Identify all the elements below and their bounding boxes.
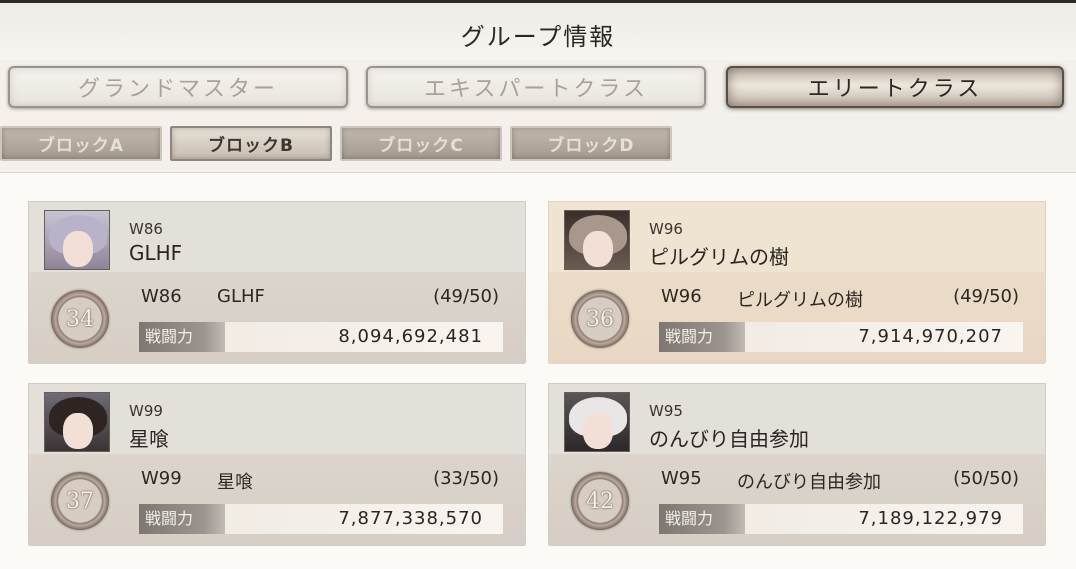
leader-avatar: [44, 392, 110, 452]
member-count: (49/50): [953, 286, 1019, 307]
combat-power-bar: 戦闘力 7,189,122,979: [659, 504, 1023, 534]
rank-badge: 36: [571, 290, 629, 348]
group-server: W95: [649, 402, 683, 420]
group-list: W86 GLHF 34 W86 GLHF (49/50) 戦闘力 8,094,6…: [0, 172, 1076, 569]
member-count: (49/50): [433, 286, 499, 307]
group-name: 星喰: [129, 427, 169, 451]
block-tabs: ブロックA ブロックB ブロックC ブロックD: [0, 126, 700, 162]
tab-block-b[interactable]: ブロックB: [170, 126, 332, 161]
group-card-body: 36 W96 ピルグリムの樹 (49/50) 戦闘力 7,914,970,207: [549, 272, 1045, 364]
member-count: (50/50): [953, 468, 1019, 489]
group-name: ピルグリムの樹: [649, 245, 789, 269]
summary-server: W86: [141, 286, 182, 307]
summary-name: ピルグリムの樹: [737, 290, 863, 311]
group-card-body: 37 W99 星喰 (33/50) 戦闘力 7,877,338,570: [29, 454, 525, 546]
leader-avatar: [564, 210, 630, 270]
page-title: グループ情報: [460, 23, 616, 51]
leader-avatar: [564, 392, 630, 452]
group-card-body: 34 W86 GLHF (49/50) 戦闘力 8,094,692,481: [29, 272, 525, 364]
group-card-w99[interactable]: W99 星喰 37 W99 星喰 (33/50) 戦闘力 7,877,338,5…: [28, 383, 526, 546]
group-card-header: W86 GLHF: [29, 202, 525, 270]
class-tabs: グランドマスター エキスパートクラス エリートクラス: [0, 66, 1076, 112]
avatar-face: [583, 231, 613, 267]
member-count: (33/50): [433, 468, 499, 489]
group-summary: W96 ピルグリムの樹 (49/50): [661, 286, 1019, 311]
combat-power-value: 7,189,122,979: [858, 508, 1003, 529]
group-card-header: W95 のんびり自由参加: [549, 384, 1045, 452]
combat-power-value: 7,914,970,207: [858, 326, 1003, 347]
combat-power-bar: 戦闘力 7,914,970,207: [659, 322, 1023, 352]
group-server: W86: [129, 220, 163, 238]
rank-badge: 42: [571, 472, 629, 530]
group-card-w95[interactable]: W95 のんびり自由参加 42 W95 のんびり自由参加 (50/50) 戦闘力…: [548, 383, 1046, 546]
group-name: GLHF: [129, 241, 183, 265]
summary-name: 星喰: [217, 472, 253, 493]
tab-elite-class[interactable]: エリートクラス: [726, 66, 1064, 108]
combat-power-label: 戦闘力: [659, 504, 745, 534]
leader-avatar: [44, 210, 110, 270]
avatar-face: [583, 413, 613, 449]
group-server: W99: [129, 402, 163, 420]
summary-server: W95: [661, 468, 702, 489]
combat-power-label: 戦闘力: [139, 322, 225, 352]
group-name: のんびり自由参加: [649, 427, 809, 451]
group-card-w86[interactable]: W86 GLHF 34 W86 GLHF (49/50) 戦闘力 8,094,6…: [28, 201, 526, 364]
group-summary: W99 星喰 (33/50): [141, 468, 499, 493]
combat-power-label: 戦闘力: [659, 322, 745, 352]
title-bar: グループ情報: [0, 0, 1076, 60]
tab-block-c[interactable]: ブロックC: [340, 126, 502, 161]
tab-grandmaster[interactable]: グランドマスター: [8, 66, 348, 108]
tab-expert-class[interactable]: エキスパートクラス: [366, 66, 706, 108]
rank-badge: 37: [51, 472, 109, 530]
group-card-header: W99 星喰: [29, 384, 525, 452]
summary-name: GLHF: [217, 286, 265, 307]
avatar-face: [63, 231, 93, 267]
group-card-body: 42 W95 のんびり自由参加 (50/50) 戦闘力 7,189,122,97…: [549, 454, 1045, 546]
tab-block-a[interactable]: ブロックA: [0, 126, 162, 161]
combat-power-label: 戦闘力: [139, 504, 225, 534]
combat-power-value: 7,877,338,570: [338, 508, 483, 529]
avatar-face: [63, 413, 93, 449]
combat-power-bar: 戦闘力 7,877,338,570: [139, 504, 503, 534]
summary-server: W99: [141, 468, 182, 489]
group-server: W96: [649, 220, 683, 238]
summary-server: W96: [661, 286, 702, 307]
combat-power-bar: 戦闘力 8,094,692,481: [139, 322, 503, 352]
summary-name: のんびり自由参加: [737, 472, 881, 493]
group-summary: W95 のんびり自由参加 (50/50): [661, 468, 1019, 493]
combat-power-value: 8,094,692,481: [338, 326, 483, 347]
rank-badge: 34: [51, 290, 109, 348]
tab-block-d[interactable]: ブロックD: [510, 126, 672, 161]
group-summary: W86 GLHF (49/50): [141, 286, 499, 310]
group-card-w96[interactable]: W96 ピルグリムの樹 36 W96 ピルグリムの樹 (49/50) 戦闘力 7…: [548, 201, 1046, 364]
group-card-header: W96 ピルグリムの樹: [549, 202, 1045, 270]
